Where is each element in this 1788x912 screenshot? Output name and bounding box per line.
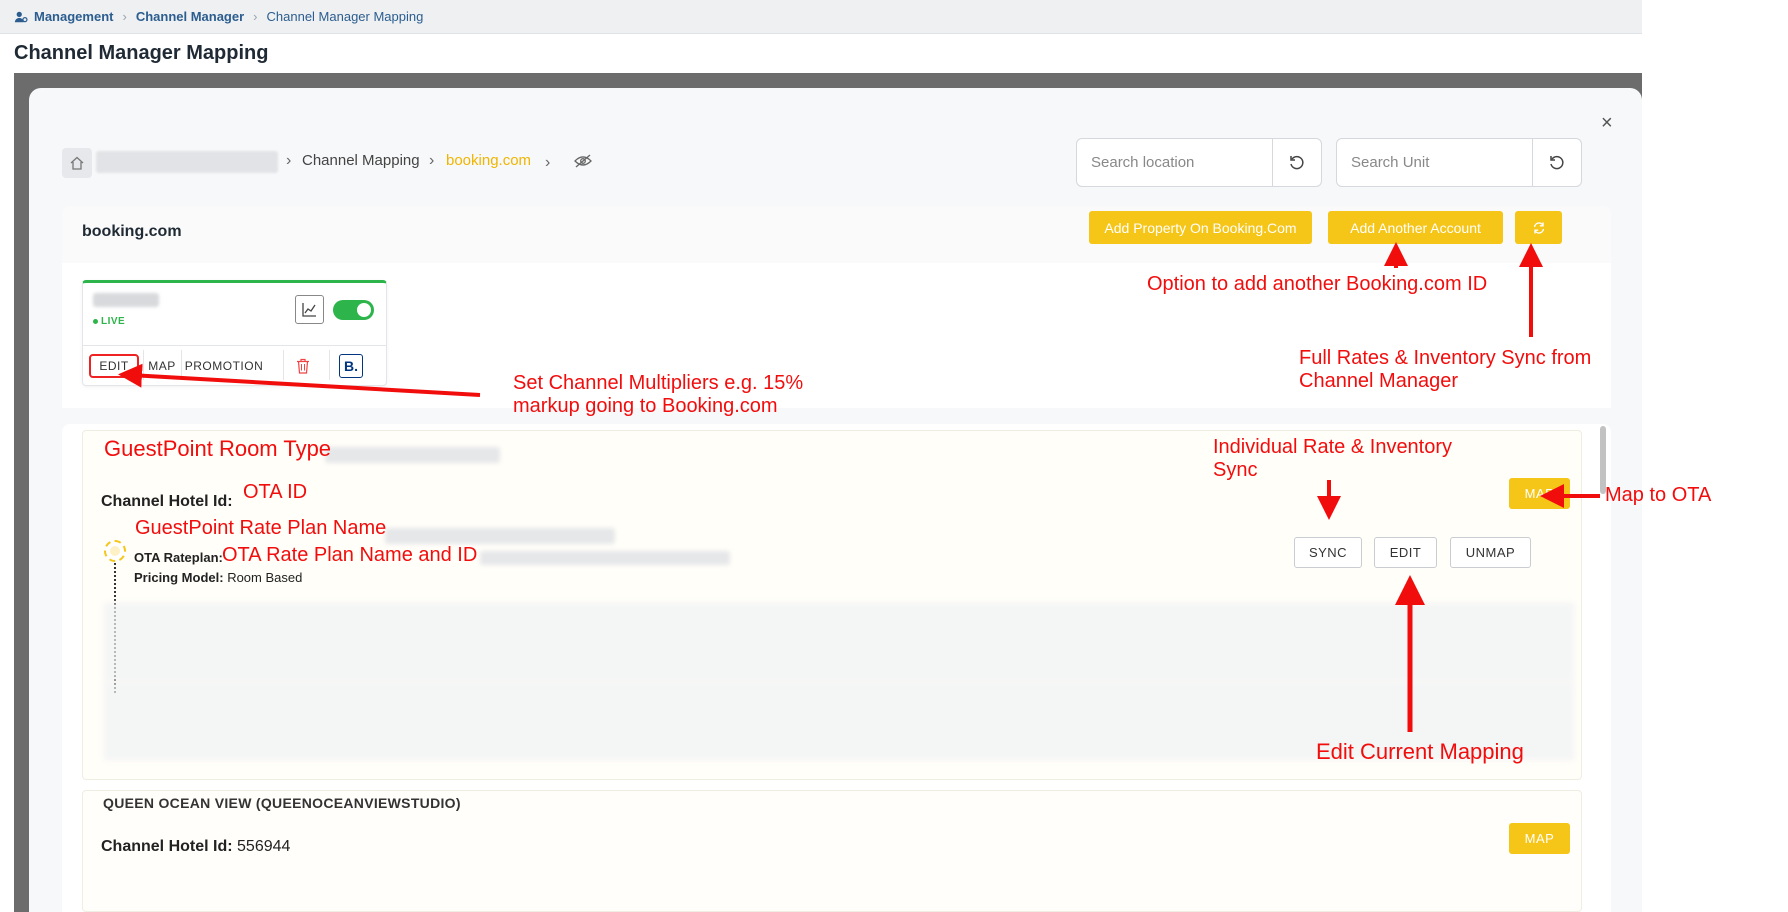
channel-hotel-label: Channel Hotel Id: (101, 493, 233, 510)
account-id-redacted (93, 293, 159, 307)
search-location-input[interactable] (1077, 139, 1272, 186)
rate-plan-marker (104, 540, 126, 562)
breadcrumb-channel-mapping[interactable]: Channel Mapping (302, 152, 420, 169)
home-icon (70, 156, 84, 170)
pricing-model: Pricing Model: Room Based (134, 570, 302, 585)
home-button[interactable] (62, 148, 92, 178)
annotation-individual-sync: Individual Rate & Inventory Sync (1213, 436, 1452, 482)
breadcrumb-management[interactable]: Management (14, 9, 113, 24)
annotation-line: Full Rates & Inventory Sync from (1299, 347, 1592, 369)
account-title: booking.com (82, 223, 182, 240)
chart-line-icon (302, 303, 316, 317)
sync-icon (1533, 221, 1544, 234)
channel-hotel-id: Channel Hotel Id: 556944 (101, 838, 290, 856)
status-badge: LIVE (93, 316, 125, 327)
chevron-right-icon: › (253, 9, 258, 24)
search-unit-box (1336, 138, 1582, 187)
app-root: Management › Channel Manager › Channel M… (0, 0, 1788, 912)
map-button[interactable]: MAP (1509, 478, 1570, 509)
trash-icon (297, 358, 309, 374)
annotation-ota-id: OTA ID (243, 481, 308, 503)
channel-hotel-value: 556944 (237, 838, 291, 855)
close-icon[interactable]: × (1601, 113, 1613, 133)
rate-plan-row-redacted (104, 603, 1574, 681)
breadcrumb-channel-manager[interactable]: Channel Manager (136, 9, 244, 24)
reset-unit-button[interactable] (1532, 139, 1581, 186)
booking-logo-icon: B. (339, 354, 363, 378)
breadcrumb-provider: booking.com (446, 152, 532, 169)
account-card: LIVE EDIT MAP PROMOTION B. (82, 280, 387, 386)
annotation-ota-rate-plan: OTA Rate Plan Name and ID (222, 544, 478, 566)
search-location-box (1076, 138, 1322, 187)
annotation-line: Channel Manager (1299, 370, 1458, 392)
ota-rateplan-redacted (480, 551, 730, 565)
pricing-model-value: Room Based (227, 570, 303, 585)
chevron-right-icon: › (122, 9, 127, 24)
annotation-room-type: GuestPoint Room Type (104, 436, 332, 461)
account-edit-button[interactable]: EDIT (89, 354, 139, 378)
annotation-line: Set Channel Multipliers e.g. 15% (513, 372, 804, 394)
add-property-button[interactable]: Add Property On Booking.Com (1089, 211, 1312, 244)
page-title: Channel Manager Mapping (14, 42, 269, 64)
annotation-line: Individual Rate & Inventory (1213, 436, 1453, 458)
chevron-right-icon: › (429, 152, 435, 169)
promotion-button[interactable]: PROMOTION (181, 354, 267, 378)
annotation-map-to-ota: Map to OTA (1605, 484, 1712, 506)
add-account-button[interactable]: Add Another Account (1328, 211, 1503, 244)
chevron-right-icon: › (286, 152, 292, 169)
room-code-redacted (325, 447, 500, 463)
app-breadcrumb: Management › Channel Manager › Channel M… (0, 0, 1642, 34)
annotation-rate-plan-name: GuestPoint Rate Plan Name (135, 517, 387, 539)
search-unit-input[interactable] (1337, 139, 1532, 186)
eye-off-icon[interactable] (574, 154, 592, 168)
chart-button[interactable] (295, 295, 324, 324)
annotation-line: Sync (1213, 459, 1258, 481)
property-name-redacted (96, 151, 278, 173)
pricing-model-label: Pricing Model: (134, 570, 224, 585)
full-sync-button[interactable] (1515, 211, 1562, 244)
breadcrumb-management-label: Management (34, 9, 114, 24)
sync-button[interactable]: SYNC (1294, 537, 1362, 568)
divider (329, 350, 330, 380)
account-actions: EDIT MAP PROMOTION B. (83, 345, 386, 385)
refresh-icon (1550, 155, 1564, 169)
refresh-icon (1290, 155, 1304, 169)
annotation-add-account: Option to add another Booking.com ID (1147, 273, 1488, 295)
delete-button[interactable] (285, 354, 321, 378)
annotation-edit-mapping: Edit Current Mapping (1316, 739, 1524, 764)
rate-plan-name-redacted (385, 528, 615, 544)
unmap-button[interactable]: UNMAP (1450, 537, 1531, 568)
chevron-right-icon: › (545, 154, 551, 171)
channel-hotel-label: Channel Hotel Id: (101, 838, 233, 855)
ota-rateplan-label: OTA Rateplan: (134, 550, 223, 565)
divider (283, 350, 284, 380)
live-toggle[interactable] (333, 300, 374, 320)
room-title: QUEEN OCEAN VIEW (QUEENOCEANVIEWSTUDIO) (103, 795, 461, 811)
users-gear-icon (14, 11, 28, 22)
reset-location-button[interactable] (1272, 139, 1321, 186)
ota-rateplan: OTA Rateplan: (134, 550, 223, 565)
annotation-line: markup going to Booking.com (513, 395, 778, 417)
edit-mapping-button[interactable]: EDIT (1374, 537, 1437, 568)
channel-hotel-id: Channel Hotel Id: (101, 493, 233, 511)
map-button[interactable]: MAP (1509, 823, 1570, 854)
breadcrumb-current: Channel Manager Mapping (266, 9, 424, 24)
account-map-button[interactable]: MAP (143, 354, 181, 378)
annotation-full-sync: Full Rates & Inventory Sync from Channel… (1299, 347, 1591, 393)
annotation-multipliers: Set Channel Multipliers e.g. 15% markup … (513, 372, 803, 418)
